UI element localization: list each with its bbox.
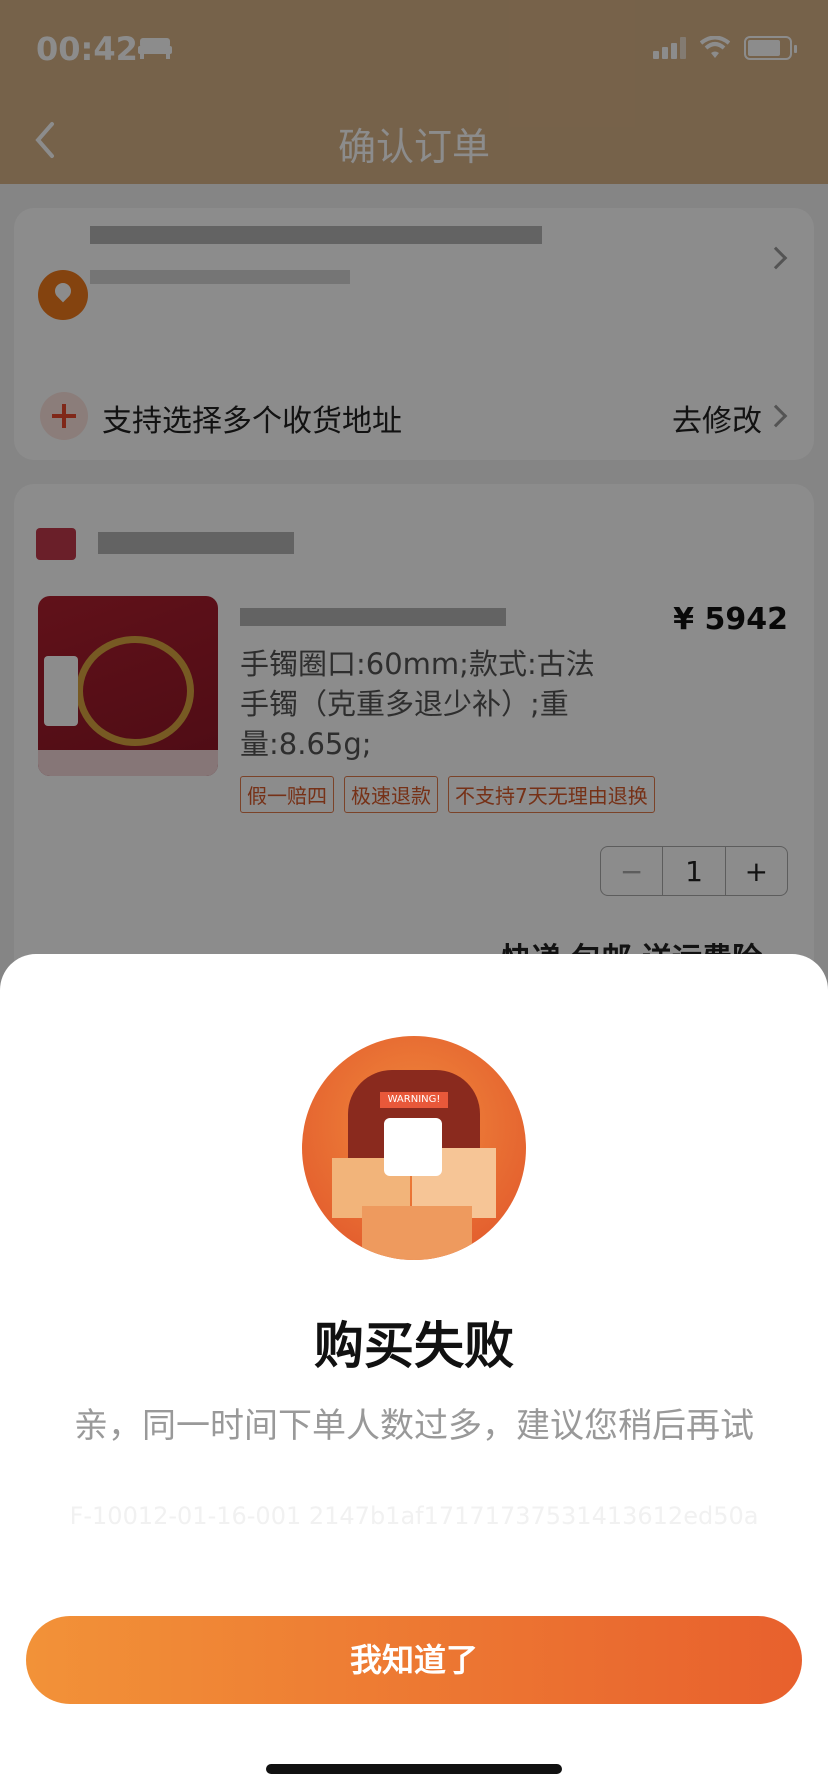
dialog-title: 购买失败: [314, 1317, 514, 1375]
confirm-button[interactable]: 我知道了: [26, 1616, 802, 1704]
trace-id: F-10012-01-16-001 2147b1af17171737531413…: [69, 1502, 759, 1530]
warning-label: WARNING!: [380, 1092, 448, 1108]
dialog-message: 亲，同一时间下单人数过多，建议您稍后再试: [74, 1406, 754, 1446]
warning-illustration: WARNING!: [302, 1036, 526, 1260]
home-indicator[interactable]: [266, 1764, 562, 1774]
purchase-failed-sheet: WARNING! 购买失败 亲，同一时间下单人数过多，建议您稍后再试 F-100…: [0, 954, 828, 1792]
